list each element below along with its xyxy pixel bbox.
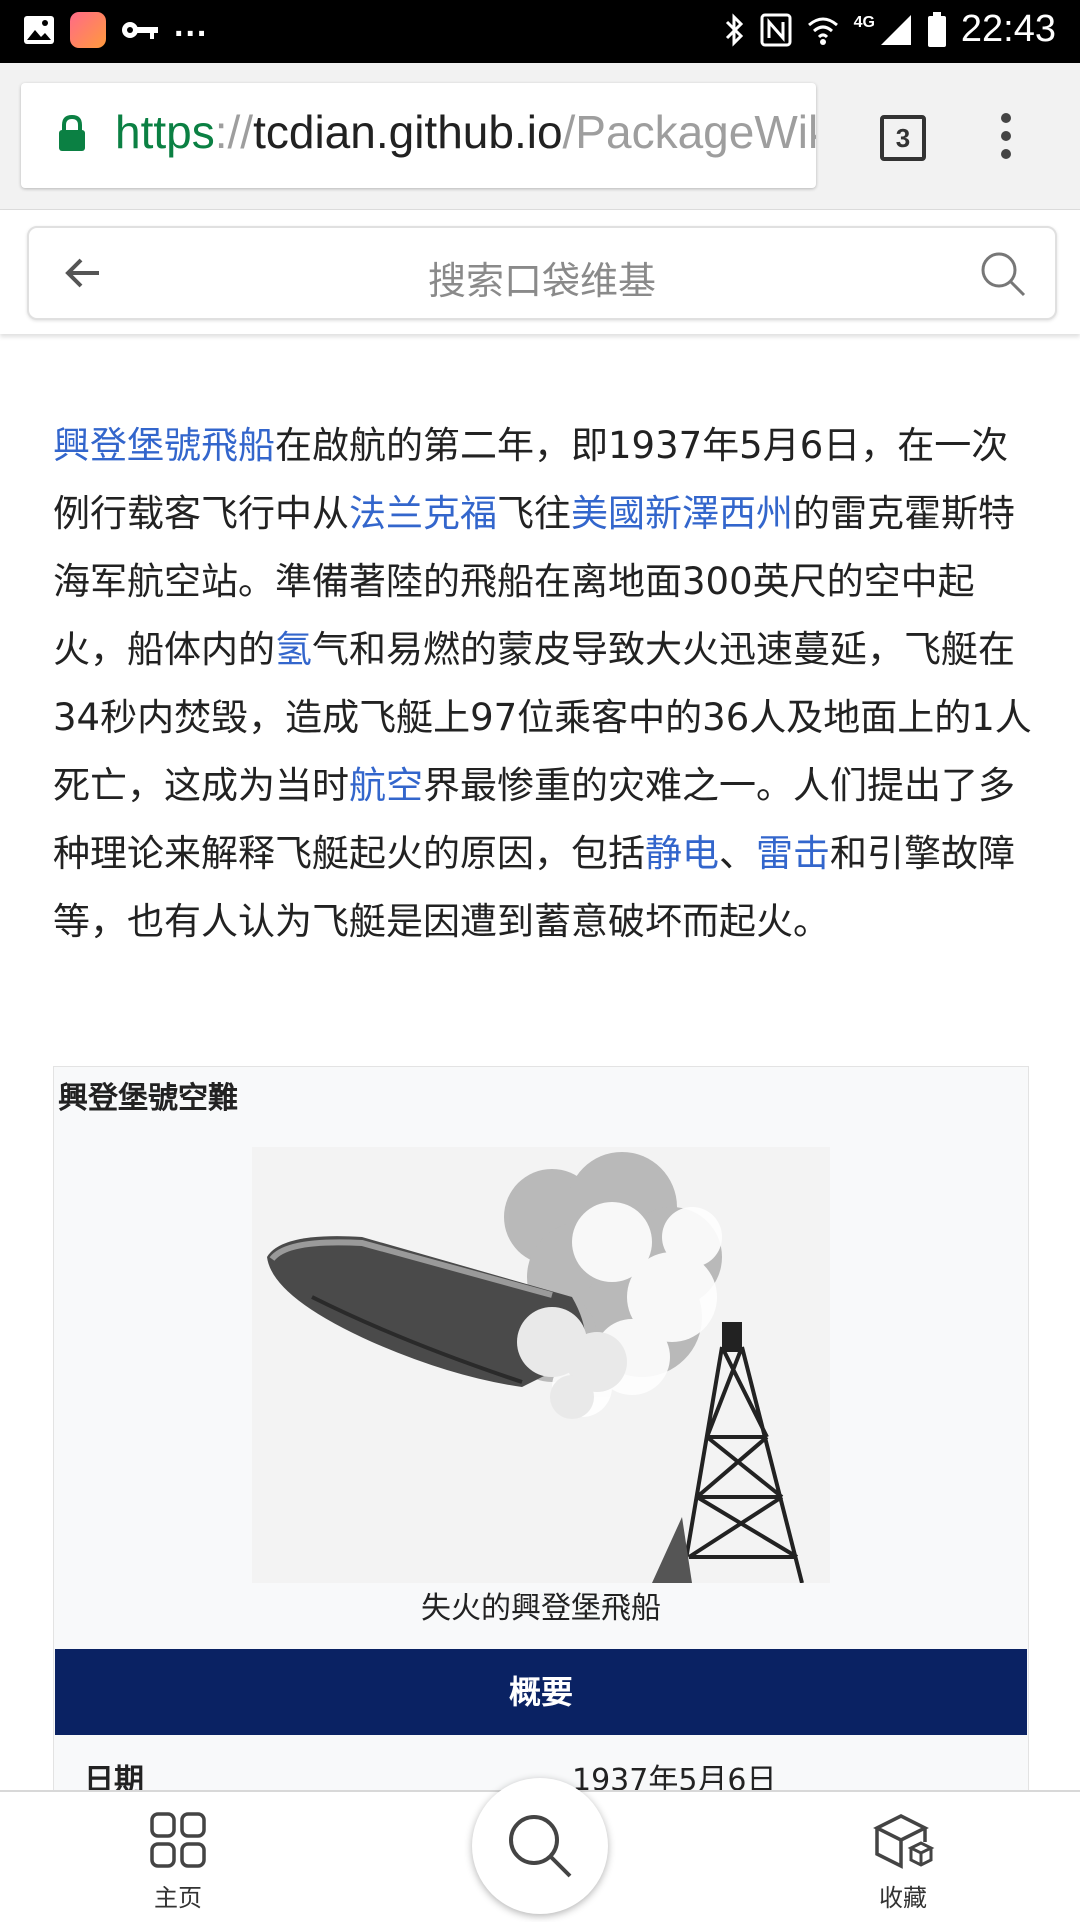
- article-link[interactable]: 興登堡號飛船: [53, 424, 275, 467]
- infobox-title: 興登堡號空難: [58, 1081, 238, 1116]
- article-segment: 飞往: [497, 492, 571, 535]
- search-icon: [509, 1815, 572, 1878]
- grid-icon: [150, 1812, 206, 1868]
- search-bar[interactable]: 搜索口袋维基: [27, 226, 1057, 320]
- key-icon: [122, 22, 158, 39]
- wifi-icon: [807, 17, 838, 45]
- status-right: 4G 22:43: [724, 8, 1056, 51]
- infobox-section-header: 概要: [55, 1649, 1027, 1735]
- article-link[interactable]: 法兰克福: [349, 492, 497, 535]
- overflow-menu-icon[interactable]: [994, 113, 1018, 165]
- app-badge-icon: [70, 12, 106, 48]
- article-link[interactable]: 美國新澤西州: [571, 492, 793, 535]
- status-left: ...: [22, 6, 208, 48]
- signal-icon: [880, 14, 911, 45]
- article-segment: 、: [719, 832, 756, 875]
- article-link[interactable]: 航空: [349, 764, 423, 807]
- bluetooth-icon: [725, 12, 743, 47]
- url-path: /PackageWiki: [562, 106, 816, 158]
- article-link[interactable]: 氢: [275, 628, 312, 671]
- url-separator: ://: [214, 106, 254, 158]
- battery-icon: [927, 11, 946, 47]
- status-overflow: ...: [174, 5, 209, 44]
- nav-home-button[interactable]: 主页: [108, 1810, 248, 1913]
- nav-favorites-label: 收藏: [879, 1884, 927, 1912]
- url-host: tcdian.github.io: [253, 106, 563, 158]
- tab-switcher-button[interactable]: 3: [880, 115, 926, 161]
- infobox: 興登堡號空難 失火的興登堡飛船 概要 日期 1937年5月6日: [53, 1066, 1029, 1828]
- nav-home-label: 主页: [154, 1884, 202, 1912]
- lock-icon: [59, 115, 85, 151]
- box-icon: [873, 1814, 935, 1869]
- network-type: 4G: [853, 13, 875, 31]
- app-header: 搜索口袋维基: [0, 210, 1080, 334]
- search-fab-button[interactable]: [472, 1778, 608, 1914]
- search-input[interactable]: 搜索口袋维基: [29, 250, 1055, 305]
- url-bar[interactable]: https://tcdian.github.io/PackageWiki: [21, 83, 816, 188]
- image-icon: [24, 16, 54, 44]
- search-icon[interactable]: [979, 250, 1027, 298]
- nfc-icon: [760, 13, 792, 46]
- browser-toolbar: https://tcdian.github.io/PackageWiki 3: [0, 63, 1080, 210]
- url-scheme: https: [115, 106, 215, 158]
- airship-photo[interactable]: [252, 1147, 830, 1583]
- status-bar: ... 4G 22:43: [0, 0, 1080, 63]
- article-paragraph: 興登堡號飛船在啟航的第二年，即1937年5月6日，在一次例行载客飞行中从法兰克福…: [53, 412, 1033, 956]
- nav-favorites-button[interactable]: 收藏: [833, 1810, 973, 1913]
- infobox-caption: 失火的興登堡飛船: [421, 1591, 661, 1626]
- url-text[interactable]: https://tcdian.github.io/PackageWiki: [115, 105, 816, 159]
- article-link[interactable]: 雷击: [756, 832, 830, 875]
- status-time: 22:43: [960, 8, 1056, 50]
- article-link[interactable]: 静电: [645, 832, 719, 875]
